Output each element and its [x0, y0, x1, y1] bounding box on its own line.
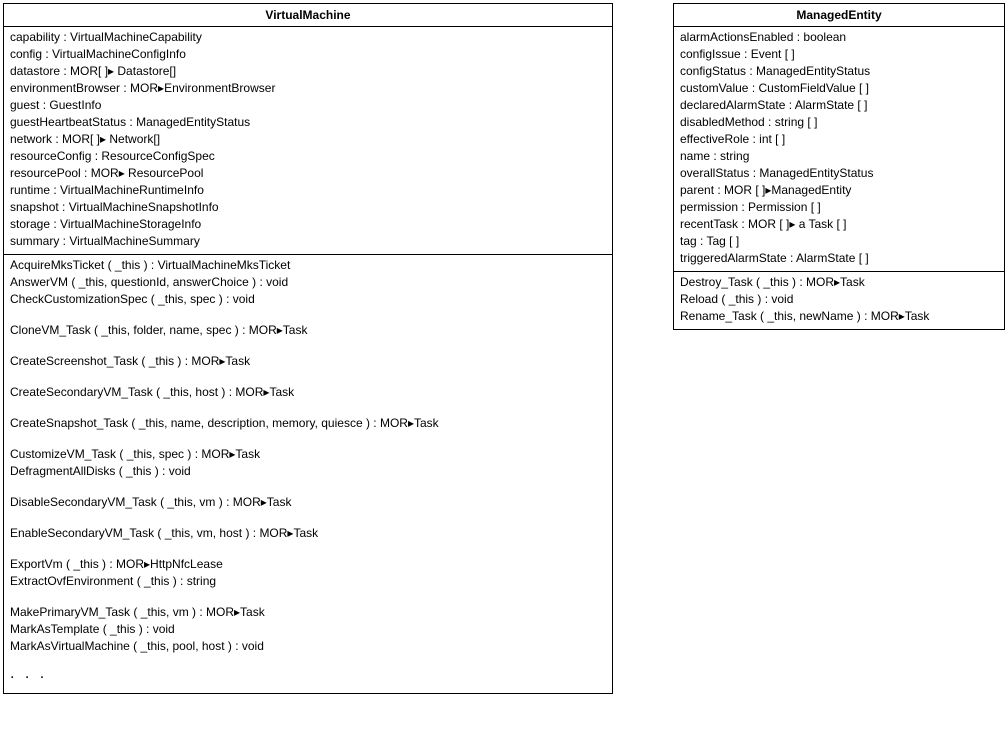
attributes-section-me: alarmActionsEnabled : booleanconfigIssue… [674, 27, 1004, 271]
vm-method-row: CreateSecondaryVM_Task ( _this, host ) :… [10, 384, 606, 401]
vm-method-row: AnswerVM ( _this, questionId, answerChoi… [10, 274, 606, 291]
uml-class-virtualmachine: VirtualMachine capability : VirtualMachi… [3, 3, 613, 694]
methods-section-vm: AcquireMksTicket ( _this ) : VirtualMach… [4, 254, 612, 659]
me-attribute-row: customValue : CustomFieldValue [ ] [680, 80, 998, 97]
vm-attribute-row: capability : VirtualMachineCapability [10, 29, 606, 46]
vm-method-row: CloneVM_Task ( _this, folder, name, spec… [10, 322, 606, 339]
vm-attribute-row: guest : GuestInfo [10, 97, 606, 114]
me-attribute-row: alarmActionsEnabled : boolean [680, 29, 998, 46]
me-attribute-row: declaredAlarmState : AlarmState [ ] [680, 97, 998, 114]
me-attribute-row: triggeredAlarmState : AlarmState [ ] [680, 250, 998, 267]
class-title-managedentity: ManagedEntity [674, 4, 1004, 27]
methods-section-me: Destroy_Task ( _this ) : MOR▸TaskReload … [674, 271, 1004, 329]
me-attribute-row: configIssue : Event [ ] [680, 46, 998, 63]
me-method-row: Rename_Task ( _this, newName ) : MOR▸Tas… [680, 308, 998, 325]
vm-method-row: DefragmentAllDisks ( _this ) : void [10, 463, 606, 480]
me-attribute-row: disabledMethod : string [ ] [680, 114, 998, 131]
me-attribute-row: effectiveRole : int [ ] [680, 131, 998, 148]
vm-attribute-row: storage : VirtualMachineStorageInfo [10, 216, 606, 233]
vm-method-row: CustomizeVM_Task ( _this, spec ) : MOR▸T… [10, 446, 606, 463]
ellipsis-vm: . . . [4, 659, 612, 693]
me-method-row: Destroy_Task ( _this ) : MOR▸Task [680, 274, 998, 291]
me-attribute-row: name : string [680, 148, 998, 165]
me-method-row: Reload ( _this ) : void [680, 291, 998, 308]
vm-attribute-row: network : MOR[ ]▸ Network[] [10, 131, 606, 148]
vm-attribute-row: environmentBrowser : MOR▸EnvironmentBrow… [10, 80, 606, 97]
me-attribute-row: permission : Permission [ ] [680, 199, 998, 216]
vm-attribute-row: config : VirtualMachineConfigInfo [10, 46, 606, 63]
vm-method-row: ExtractOvfEnvironment ( _this ) : string [10, 573, 606, 590]
me-attribute-row: tag : Tag [ ] [680, 233, 998, 250]
vm-method-row: CreateSnapshot_Task ( _this, name, descr… [10, 415, 606, 432]
attributes-section-vm: capability : VirtualMachineCapabilitycon… [4, 27, 612, 254]
vm-method-row: AcquireMksTicket ( _this ) : VirtualMach… [10, 257, 606, 274]
vm-method-row: CheckCustomizationSpec ( _this, spec ) :… [10, 291, 606, 308]
vm-attribute-row: guestHeartbeatStatus : ManagedEntityStat… [10, 114, 606, 131]
vm-attribute-row: summary : VirtualMachineSummary [10, 233, 606, 250]
vm-method-row: ExportVm ( _this ) : MOR▸HttpNfcLease [10, 556, 606, 573]
vm-attribute-row: resourceConfig : ResourceConfigSpec [10, 148, 606, 165]
vm-method-row: MarkAsVirtualMachine ( _this, pool, host… [10, 638, 606, 655]
me-attribute-row: overallStatus : ManagedEntityStatus [680, 165, 998, 182]
vm-method-row: DisableSecondaryVM_Task ( _this, vm ) : … [10, 494, 606, 511]
vm-attribute-row: runtime : VirtualMachineRuntimeInfo [10, 182, 606, 199]
vm-attribute-row: datastore : MOR[ ]▸ Datastore[] [10, 63, 606, 80]
me-attribute-row: configStatus : ManagedEntityStatus [680, 63, 998, 80]
me-attribute-row: parent : MOR [ ]▸ManagedEntity [680, 182, 998, 199]
me-attribute-row: recentTask : MOR [ ]▸ a Task [ ] [680, 216, 998, 233]
class-title-virtualmachine: VirtualMachine [4, 4, 612, 27]
vm-method-row: EnableSecondaryVM_Task ( _this, vm, host… [10, 525, 606, 542]
uml-class-managedentity: ManagedEntity alarmActionsEnabled : bool… [673, 3, 1005, 330]
vm-method-row: CreateScreenshot_Task ( _this ) : MOR▸Ta… [10, 353, 606, 370]
vm-attribute-row: resourcePool : MOR▸ ResourcePool [10, 165, 606, 182]
vm-attribute-row: snapshot : VirtualMachineSnapshotInfo [10, 199, 606, 216]
vm-method-row: MakePrimaryVM_Task ( _this, vm ) : MOR▸T… [10, 604, 606, 621]
vm-method-row: MarkAsTemplate ( _this ) : void [10, 621, 606, 638]
